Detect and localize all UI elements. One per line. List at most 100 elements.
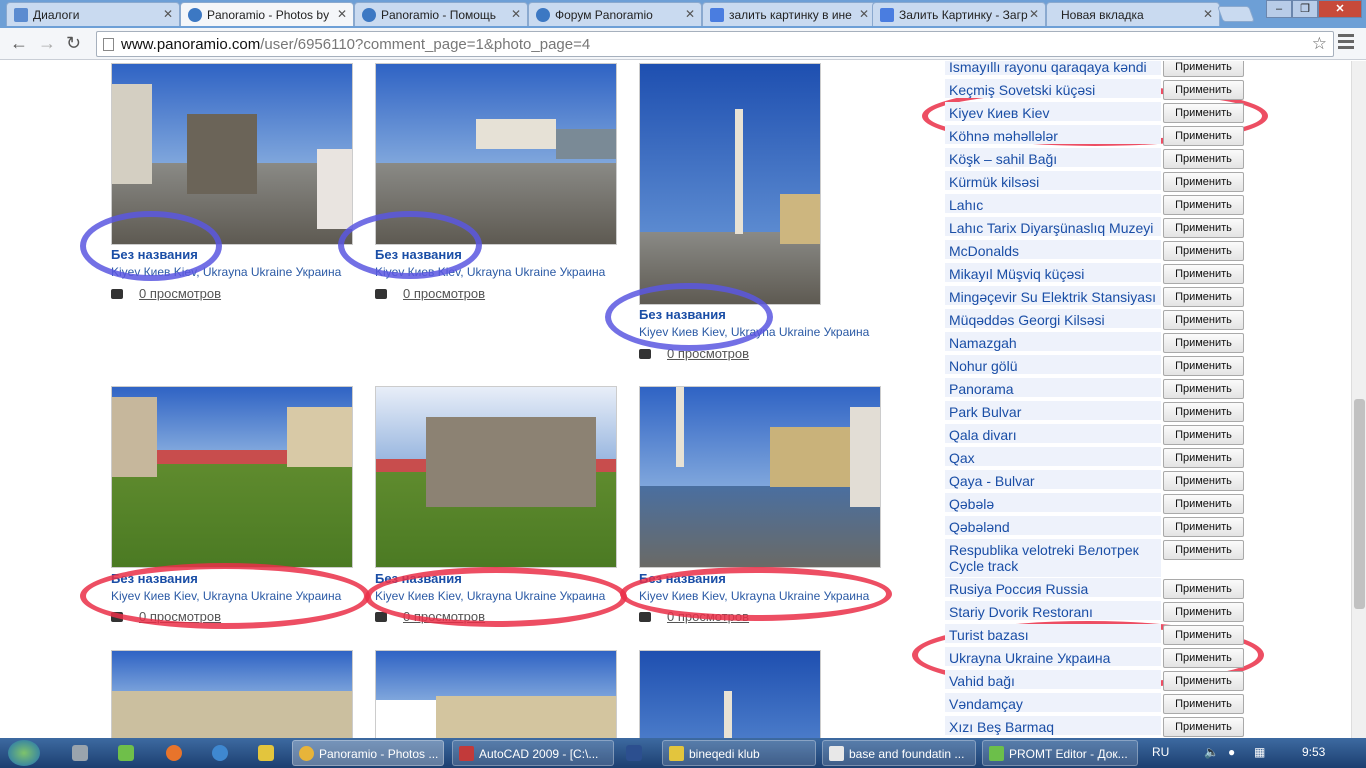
photoshop-icon[interactable] xyxy=(626,745,642,761)
close-icon[interactable]: ✕ xyxy=(337,7,347,21)
apply-button[interactable]: Применить xyxy=(1163,241,1244,261)
photo-thumbnail[interactable] xyxy=(111,63,353,245)
folder-icon[interactable] xyxy=(258,745,274,761)
media-icon[interactable] xyxy=(212,745,228,761)
taskbar-item-folder[interactable]: bineqedi klub xyxy=(662,740,816,766)
apply-button[interactable]: Применить xyxy=(1163,172,1244,192)
language-indicator[interactable]: RU xyxy=(1152,745,1169,759)
tag-name[interactable]: Rusiya Россия Russia xyxy=(945,578,1161,597)
tag-name[interactable]: Xızı Beş Barmaq xyxy=(945,716,1161,735)
tag-name[interactable]: Park Bulvar xyxy=(945,401,1161,420)
tag-name[interactable]: Ukrayna Ukraine Украина xyxy=(945,647,1161,666)
tag-name[interactable]: Qala divarı xyxy=(945,424,1161,443)
tag-name[interactable]: Mikayıl Müşviq küçəsi xyxy=(945,263,1161,282)
apply-button[interactable]: Применить xyxy=(1163,218,1244,238)
tag-name[interactable]: Qəbələ xyxy=(945,493,1161,512)
tag-name[interactable]: Qax xyxy=(945,447,1161,466)
apply-button[interactable]: Применить xyxy=(1163,694,1244,714)
tag-name[interactable]: McDonalds xyxy=(945,240,1161,259)
menu-icon[interactable] xyxy=(1338,34,1354,52)
close-icon[interactable]: ✕ xyxy=(859,7,869,21)
maximize-icon[interactable]: ❐ xyxy=(1292,0,1318,18)
photo-location[interactable]: Kiyev Киев Kiev, Ukrayna Ukraine Украина xyxy=(111,589,341,603)
apply-button[interactable]: Применить xyxy=(1163,149,1244,169)
photo-thumbnail[interactable] xyxy=(375,386,617,568)
tag-name[interactable]: Vahid bağı xyxy=(945,670,1161,689)
new-tab-button[interactable] xyxy=(1217,6,1255,22)
tag-name[interactable]: Lahıc xyxy=(945,194,1161,213)
apply-button[interactable]: Применить xyxy=(1163,287,1244,307)
window-close-icon[interactable]: ✕ xyxy=(1318,0,1362,18)
photo-thumbnail[interactable] xyxy=(639,650,821,738)
back-icon[interactable]: ← xyxy=(10,33,28,54)
apply-button[interactable]: Применить xyxy=(1163,103,1244,123)
tag-name[interactable]: Turist bazası xyxy=(945,624,1161,643)
apply-button[interactable]: Применить xyxy=(1163,402,1244,422)
apply-button[interactable]: Применить xyxy=(1163,494,1244,514)
photo-views[interactable]: 0 просмотров xyxy=(111,609,221,624)
apply-button[interactable]: Применить xyxy=(1163,310,1244,330)
volume-icon[interactable]: 🔈 xyxy=(1204,745,1219,759)
network-icon[interactable]: ▦ xyxy=(1254,745,1265,759)
tag-name[interactable]: Nohur gölü xyxy=(945,355,1161,374)
apply-button[interactable]: Применить xyxy=(1163,80,1244,100)
photo-title[interactable]: Без названия xyxy=(375,571,462,586)
tab-google-search[interactable]: залить картинку в ине ✕ xyxy=(702,2,876,26)
photo-views[interactable]: 0 просмотров xyxy=(375,609,485,624)
tag-name[interactable]: Respublika velotreki Велотрек Cycle trac… xyxy=(945,539,1161,577)
forward-icon[interactable]: → xyxy=(38,33,56,54)
tag-name[interactable]: Vəndamçay xyxy=(945,693,1161,712)
apply-button[interactable]: Применить xyxy=(1163,333,1244,353)
apply-button[interactable]: Применить xyxy=(1163,195,1244,215)
apply-button[interactable]: Применить xyxy=(1163,517,1244,537)
apply-button[interactable]: Применить xyxy=(1163,540,1244,560)
photo-thumbnail[interactable] xyxy=(111,386,353,568)
photo-thumbnail[interactable] xyxy=(639,386,881,568)
clock[interactable]: 9:53 xyxy=(1302,745,1325,759)
photo-location[interactable]: Kiyev Киев Kiev, Ukrayna Ukraine Украина xyxy=(639,325,869,339)
tab-dialogs[interactable]: Диалоги ✕ xyxy=(6,2,180,26)
tag-name[interactable]: Kiyev Киев Kiev xyxy=(945,102,1161,121)
tag-name[interactable]: Lahıc Tarix Diyarşünaslıq Muzeyi xyxy=(945,217,1161,236)
tag-name[interactable]: Köşk – sahil Bağı xyxy=(945,148,1161,167)
photo-views[interactable]: 0 просмотров xyxy=(639,346,749,361)
apply-button[interactable]: Применить xyxy=(1163,425,1244,445)
scrollbar-thumb[interactable] xyxy=(1354,399,1365,609)
phone-icon[interactable] xyxy=(72,745,88,761)
tag-name[interactable]: Qəbələnd xyxy=(945,516,1161,535)
taskbar-item-promt[interactable]: PROMT Editor - Док... xyxy=(982,740,1138,766)
tag-name[interactable]: Kürmük kilsəsi xyxy=(945,171,1161,190)
photo-views[interactable]: 0 просмотров xyxy=(375,286,485,301)
close-icon[interactable]: ✕ xyxy=(163,7,173,21)
photo-location[interactable]: Kiyev Киев Kiev, Ukrayna Ukraine Украина xyxy=(639,589,869,603)
close-icon[interactable]: ✕ xyxy=(511,7,521,21)
close-icon[interactable]: ✕ xyxy=(685,7,695,21)
tab-panoramio-help[interactable]: Panoramio - Помощь ✕ xyxy=(354,2,528,26)
close-icon[interactable]: ✕ xyxy=(1029,7,1039,21)
apply-button[interactable]: Применить xyxy=(1163,471,1244,491)
apply-button[interactable]: Применить xyxy=(1163,264,1244,284)
minimize-icon[interactable]: – xyxy=(1266,0,1292,18)
apply-button[interactable]: Применить xyxy=(1163,602,1244,622)
taskbar-item-document[interactable]: base and foundatin ... xyxy=(822,740,976,766)
photo-thumbnail[interactable] xyxy=(111,650,353,738)
photo-title[interactable]: Без названия xyxy=(375,247,462,262)
apply-button[interactable]: Применить xyxy=(1163,61,1244,77)
tab-upload-picture[interactable]: Залить Картинку - Загр ✕ xyxy=(872,2,1046,26)
tray-app-icon[interactable]: ● xyxy=(1228,745,1235,759)
reload-icon[interactable]: ↻ xyxy=(66,33,81,54)
photo-title[interactable]: Без названия xyxy=(111,247,198,262)
taskbar-item-autocad[interactable]: AutoCAD 2009 - [C:\... xyxy=(452,740,614,766)
apply-button[interactable]: Применить xyxy=(1163,648,1244,668)
tag-name[interactable]: Keçmiş Sovetski küçəsi xyxy=(945,79,1161,98)
bookmark-star-icon[interactable]: ☆ xyxy=(1312,34,1327,54)
photo-views[interactable]: 0 просмотров xyxy=(111,286,221,301)
photo-title[interactable]: Без названия xyxy=(639,571,726,586)
address-bar[interactable]: www.panoramio.com/user/6956110?comment_p… xyxy=(96,31,1334,57)
apply-button[interactable]: Применить xyxy=(1163,717,1244,737)
tag-name[interactable]: Namazgah xyxy=(945,332,1161,351)
firefox-icon[interactable] xyxy=(166,745,182,761)
apply-button[interactable]: Применить xyxy=(1163,448,1244,468)
tag-name[interactable]: İsmayıllı rayonu qaraqaya kəndi xyxy=(945,61,1161,75)
apply-button[interactable]: Применить xyxy=(1163,379,1244,399)
